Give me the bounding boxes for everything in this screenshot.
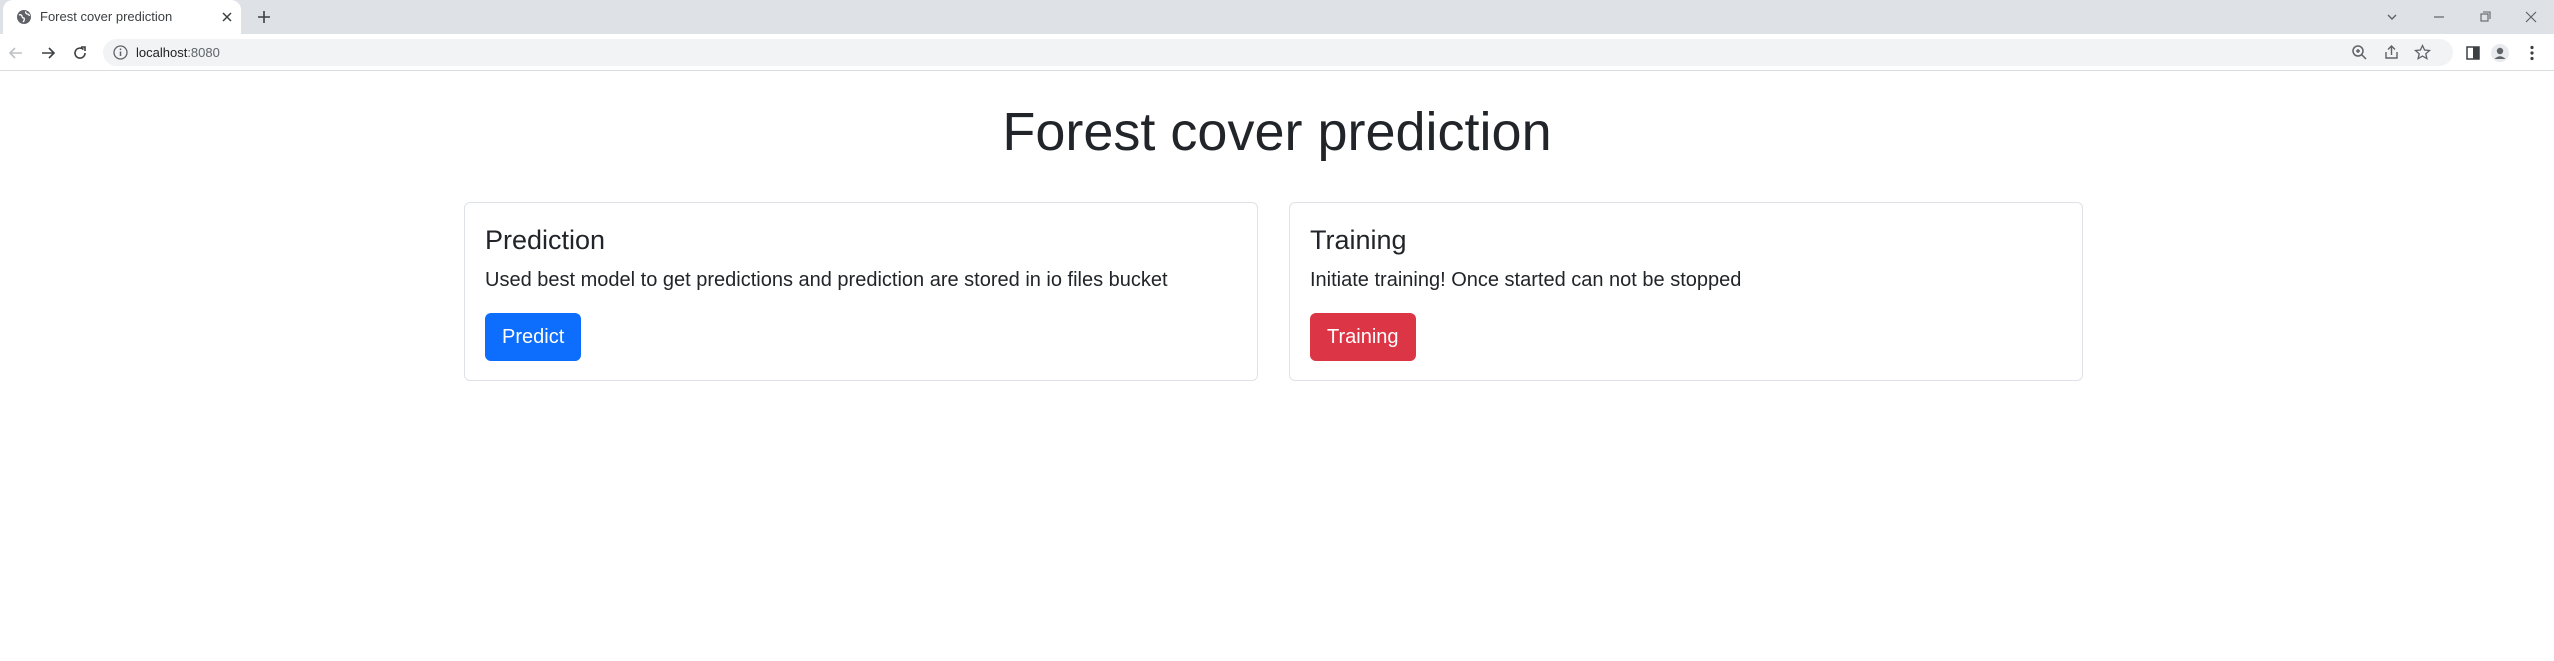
minimize-icon[interactable] [2429, 7, 2449, 27]
zoom-icon[interactable] [2350, 43, 2369, 62]
bookmark-star-icon[interactable] [2413, 43, 2432, 62]
predict-button[interactable]: Predict [485, 313, 582, 361]
training-card: Training Initiate training! Once started… [1289, 202, 2083, 381]
training-button[interactable]: Training [1310, 313, 1416, 361]
browser-tab-active[interactable]: Forest cover prediction [3, 0, 241, 34]
reload-icon[interactable] [70, 43, 90, 63]
url-host: localhost [136, 45, 188, 60]
close-tab-icon[interactable] [219, 9, 235, 25]
card-title: Training [1310, 225, 1407, 255]
url-text: localhost:8080 [136, 44, 220, 61]
prediction-card: Prediction Used best model to get predic… [464, 202, 1258, 381]
card-text: Initiate training! Once started can not … [1310, 269, 1742, 291]
card-title: Prediction [485, 225, 606, 255]
menu-kebab-icon[interactable] [2522, 43, 2542, 63]
share-icon[interactable] [2382, 43, 2401, 62]
address-bar[interactable]: localhost:8080 [103, 39, 2453, 66]
forward-arrow-icon[interactable] [38, 43, 58, 63]
card-text: Used best model to get predictions and p… [485, 269, 1168, 291]
side-panel-icon[interactable] [2463, 43, 2483, 63]
tab-title: Forest cover prediction [40, 9, 173, 24]
tab-search-chevron-icon[interactable] [2382, 7, 2402, 27]
site-info-icon[interactable] [112, 44, 129, 61]
browser-toolbar: localhost:8080 [0, 34, 2554, 71]
browser-tabstrip: Forest cover prediction [0, 0, 2554, 34]
restore-icon[interactable] [2475, 7, 2495, 27]
page-title: Forest cover prediction [1002, 102, 1552, 162]
close-window-icon[interactable] [2521, 7, 2541, 27]
new-tab-plus-icon[interactable] [255, 8, 273, 26]
globe-icon [16, 9, 32, 25]
url-port: :8080 [187, 45, 220, 60]
profile-avatar-icon[interactable] [2490, 43, 2510, 63]
back-arrow-icon[interactable] [6, 43, 26, 63]
